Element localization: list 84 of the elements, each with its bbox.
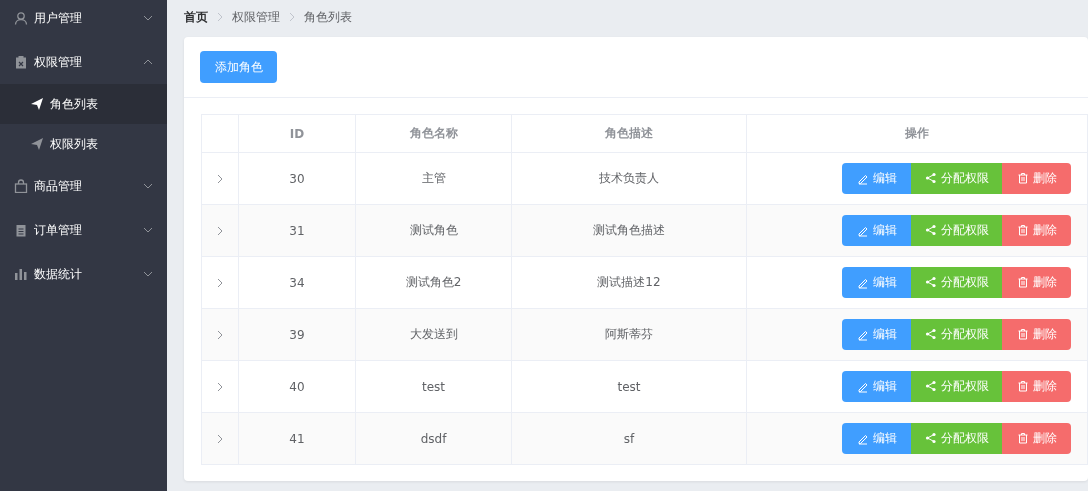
pencil-icon bbox=[856, 432, 869, 445]
chevron-right-icon[interactable] bbox=[217, 225, 223, 236]
table-cell: test bbox=[511, 360, 747, 413]
column-header: 角色名称 bbox=[355, 114, 512, 153]
trash-icon bbox=[1016, 172, 1029, 185]
sidebar-menu-item[interactable]: 商品管理 bbox=[0, 164, 167, 208]
trash-icon bbox=[1016, 276, 1029, 289]
assign-permission-button[interactable]: 分配权限 bbox=[911, 267, 1002, 298]
sidebar-menu-item[interactable]: 数据统计 bbox=[0, 252, 167, 296]
sidebar-submenu-item[interactable]: 角色列表 bbox=[0, 84, 167, 124]
delete-button[interactable]: 删除 bbox=[1002, 163, 1071, 194]
chevron-right-icon bbox=[289, 12, 295, 22]
table-cell: sf bbox=[511, 412, 747, 465]
column-header: ID bbox=[238, 114, 356, 153]
table-cell: 技术负责人 bbox=[511, 152, 747, 205]
sidebar-submenu-item[interactable]: 权限列表 bbox=[0, 124, 167, 164]
pencil-icon bbox=[856, 224, 869, 237]
table-cell: 41 bbox=[238, 412, 356, 465]
pencil-icon bbox=[856, 328, 869, 341]
assign-permission-button[interactable]: 分配权限 bbox=[911, 215, 1002, 246]
clipboard-icon bbox=[14, 55, 28, 69]
breadcrumb-item[interactable]: 权限管理 bbox=[232, 8, 280, 26]
user-icon bbox=[14, 11, 28, 25]
share-icon bbox=[924, 276, 937, 289]
sidebar-menu-item[interactable]: 订单管理 bbox=[0, 208, 167, 252]
edit-button[interactable]: 编辑 bbox=[842, 163, 911, 194]
assign-permission-button[interactable]: 分配权限 bbox=[911, 423, 1002, 454]
add-role-button[interactable]: 添加角色 bbox=[200, 51, 277, 83]
table-cell: 39 bbox=[238, 308, 356, 361]
delete-button[interactable]: 删除 bbox=[1002, 319, 1071, 350]
share-icon bbox=[924, 432, 937, 445]
edit-button[interactable]: 编辑 bbox=[842, 423, 911, 454]
paper-plane-icon bbox=[30, 97, 44, 111]
table-cell: test bbox=[355, 360, 512, 413]
share-icon bbox=[924, 172, 937, 185]
delete-button[interactable]: 删除 bbox=[1002, 371, 1071, 402]
table-cell: 30 bbox=[238, 152, 356, 205]
chevron-right-icon[interactable] bbox=[217, 277, 223, 288]
delete-button[interactable]: 删除 bbox=[1002, 267, 1071, 298]
table-cell: dsdf bbox=[355, 412, 512, 465]
table-cell: 测试描述12 bbox=[511, 256, 747, 309]
delete-button[interactable]: 删除 bbox=[1002, 215, 1071, 246]
edit-button[interactable]: 编辑 bbox=[842, 215, 911, 246]
trash-icon bbox=[1016, 380, 1029, 393]
sidebar-menu-item[interactable]: 权限管理 bbox=[0, 40, 167, 84]
table-cell: 测试角色 bbox=[355, 204, 512, 257]
edit-button[interactable]: 编辑 bbox=[842, 319, 911, 350]
table-cell: 大发送到 bbox=[355, 308, 512, 361]
assign-permission-button[interactable]: 分配权限 bbox=[911, 163, 1002, 194]
bar-chart-icon bbox=[14, 267, 28, 281]
breadcrumb-item[interactable]: 首页 bbox=[184, 8, 208, 26]
share-icon bbox=[924, 328, 937, 341]
table-cell: 阿斯蒂芬 bbox=[511, 308, 747, 361]
breadcrumb-item[interactable]: 角色列表 bbox=[304, 8, 352, 26]
shopping-bag-icon bbox=[14, 179, 28, 193]
assign-permission-button[interactable]: 分配权限 bbox=[911, 371, 1002, 402]
delete-button[interactable]: 删除 bbox=[1002, 423, 1071, 454]
sidebar-menu-item[interactable]: 用户管理 bbox=[0, 0, 167, 40]
trash-icon bbox=[1016, 224, 1029, 237]
table-cell: 主管 bbox=[355, 152, 512, 205]
table-cell: 31 bbox=[238, 204, 356, 257]
paper-plane-icon bbox=[30, 137, 44, 151]
edit-button[interactable]: 编辑 bbox=[842, 267, 911, 298]
table-cell: 40 bbox=[238, 360, 356, 413]
assign-permission-button[interactable]: 分配权限 bbox=[911, 319, 1002, 350]
trash-icon bbox=[1016, 328, 1029, 341]
chevron-right-icon[interactable] bbox=[217, 381, 223, 392]
trash-icon bbox=[1016, 432, 1029, 445]
chevron-right-icon bbox=[217, 12, 223, 22]
document-icon bbox=[14, 223, 28, 237]
share-icon bbox=[924, 380, 937, 393]
chevron-right-icon[interactable] bbox=[217, 433, 223, 444]
pencil-icon bbox=[856, 380, 869, 393]
column-header: 操作 bbox=[746, 114, 1088, 153]
pencil-icon bbox=[856, 276, 869, 289]
chevron-right-icon[interactable] bbox=[217, 173, 223, 184]
chevron-right-icon[interactable] bbox=[217, 329, 223, 340]
pencil-icon bbox=[856, 172, 869, 185]
table-cell: 测试角色描述 bbox=[511, 204, 747, 257]
share-icon bbox=[924, 224, 937, 237]
edit-button[interactable]: 编辑 bbox=[842, 371, 911, 402]
column-header: 角色描述 bbox=[511, 114, 747, 153]
table-cell: 34 bbox=[238, 256, 356, 309]
table-cell: 测试角色2 bbox=[355, 256, 512, 309]
